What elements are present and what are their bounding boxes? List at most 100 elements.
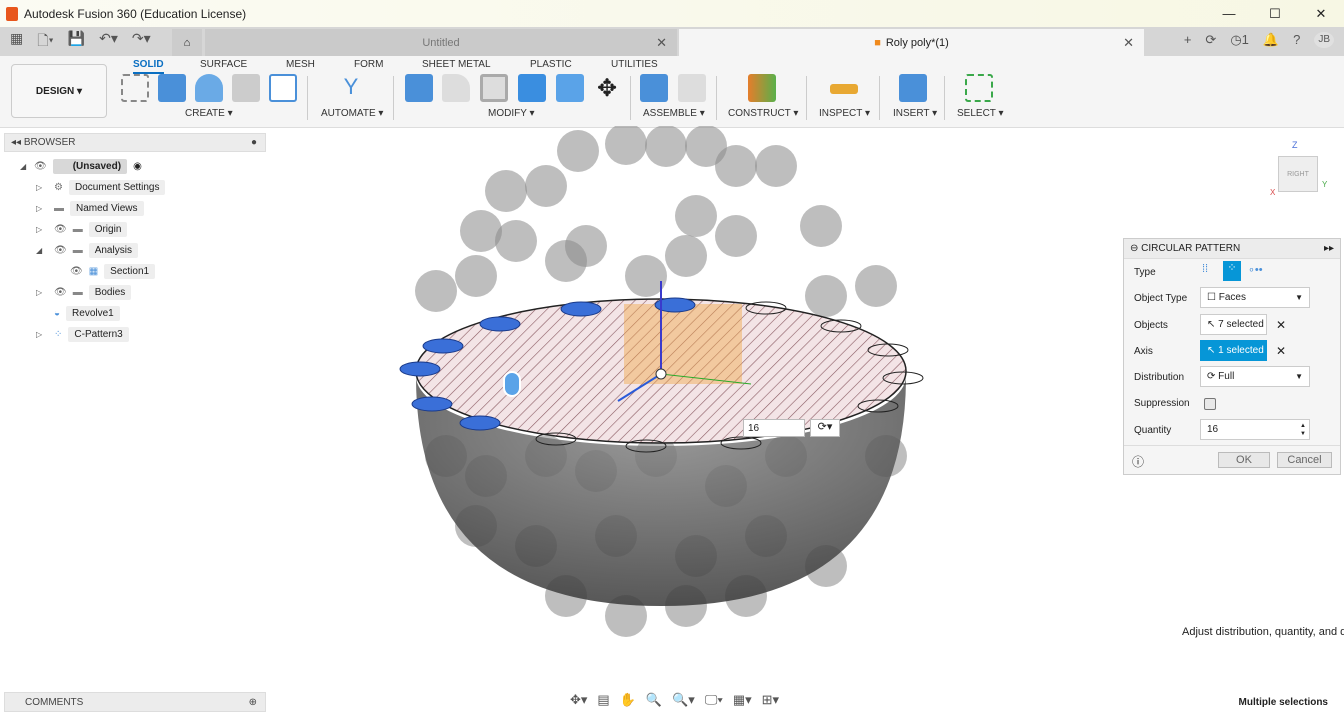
tab-utilities[interactable]: UTILITIES bbox=[611, 59, 658, 70]
minimize-icon[interactable]: ⊖ bbox=[1130, 243, 1141, 254]
home-button[interactable]: ⌂ bbox=[172, 29, 202, 56]
suppression-label: Suppression bbox=[1134, 398, 1190, 409]
split-body-icon[interactable] bbox=[556, 74, 584, 102]
select-window-icon[interactable] bbox=[965, 74, 993, 102]
objects-selector[interactable]: ↖ 7 selected bbox=[1200, 314, 1267, 335]
shell-icon[interactable] bbox=[480, 74, 508, 102]
press-pull-icon[interactable] bbox=[405, 74, 433, 102]
tab-plastic[interactable]: PLASTIC bbox=[530, 59, 572, 70]
object-type-dropdown[interactable]: ☐ Faces ▼ bbox=[1200, 287, 1310, 308]
minimize-button[interactable]: — bbox=[1206, 0, 1252, 27]
quantity-input[interactable]: 16 ▲ ▼ bbox=[1200, 419, 1310, 440]
tab-mesh[interactable]: MESH bbox=[286, 59, 315, 70]
eye-icon: 👁 bbox=[70, 266, 83, 277]
close-tab-icon[interactable]: ✕ bbox=[1123, 35, 1134, 51]
orbit-icon[interactable]: ✥▾ bbox=[570, 692, 587, 708]
move-icon[interactable]: ✥ bbox=[593, 74, 621, 102]
close-button[interactable]: ✕ bbox=[1298, 0, 1344, 27]
tree-item-root[interactable]: ◢ 👁 (Unsaved) ◉ bbox=[4, 156, 266, 177]
rectangular-pattern-icon[interactable]: ⁞⁞ bbox=[1202, 263, 1208, 275]
tab-solid[interactable]: SOLID bbox=[133, 59, 164, 74]
notifications-icon[interactable]: 🔔 bbox=[1263, 32, 1279, 48]
zoom-icon[interactable]: 🔍 bbox=[646, 692, 662, 708]
revolve-icon[interactable] bbox=[195, 74, 223, 102]
canvas-quantity-input[interactable]: 16 bbox=[743, 419, 805, 437]
viewports-icon[interactable]: ⊞▾ bbox=[762, 692, 779, 708]
display-settings-icon[interactable]: 🖵▾ bbox=[705, 692, 723, 708]
distribution-label: Distribution bbox=[1134, 372, 1185, 383]
measure-icon[interactable] bbox=[830, 84, 858, 94]
undo-icon[interactable]: ↶▾ bbox=[99, 30, 118, 54]
tree-item-bodies[interactable]: ▷ 👁 ▬ Bodies bbox=[4, 282, 266, 303]
tree-item-section1[interactable]: 👁 ▦ Section1 bbox=[4, 261, 266, 282]
cancel-button[interactable]: Cancel bbox=[1277, 452, 1332, 468]
tab-roly-poly[interactable]: ■ Roly poly*(1) ✕ bbox=[679, 29, 1144, 56]
avatar[interactable]: JB bbox=[1314, 32, 1334, 48]
direction-dropdown[interactable]: ⟳▾ bbox=[810, 419, 840, 437]
circular-pattern-icon[interactable]: ⁘ bbox=[1223, 261, 1241, 281]
pin-icon[interactable]: ● bbox=[251, 137, 257, 148]
extrude-icon[interactable] bbox=[158, 74, 186, 102]
expand-icon[interactable]: ▸▸ bbox=[1324, 243, 1334, 254]
apps-grid-icon[interactable]: ▦ bbox=[10, 30, 23, 54]
insert-image-icon[interactable] bbox=[899, 74, 927, 102]
view-cube-face[interactable]: RIGHT bbox=[1278, 156, 1318, 192]
zoom-window-icon[interactable]: 🔍▾ bbox=[672, 692, 695, 708]
clear-axis-icon[interactable]: ✕ bbox=[1276, 344, 1286, 358]
quantity-drag-handle[interactable] bbox=[503, 371, 521, 397]
automate-icon[interactable]: Y bbox=[337, 74, 365, 102]
tab-form[interactable]: FORM bbox=[354, 59, 383, 70]
save-icon[interactable]: 💾 bbox=[68, 30, 85, 54]
tab-untitled[interactable]: Untitled ✕ bbox=[205, 29, 677, 56]
construct-menu[interactable]: CONSTRUCT ▾ bbox=[728, 108, 798, 119]
view-cube[interactable]: Z RIGHT X Y bbox=[1270, 140, 1327, 197]
tree-item-analysis[interactable]: ◢ 👁 ▬ Analysis bbox=[4, 240, 266, 261]
redo-icon[interactable]: ↷▾ bbox=[132, 30, 151, 54]
ok-button[interactable]: OK bbox=[1218, 452, 1270, 468]
workspace-dropdown[interactable]: DESIGN ▾ bbox=[11, 64, 107, 118]
inspect-menu[interactable]: INSPECT ▾ bbox=[819, 108, 870, 119]
suppression-checkbox[interactable] bbox=[1204, 398, 1216, 410]
tree-label: Bodies bbox=[88, 285, 132, 300]
grid-settings-icon[interactable]: ▦▾ bbox=[733, 692, 752, 708]
pan-icon[interactable]: ✋ bbox=[620, 692, 636, 708]
tree-item-c-pattern3[interactable]: ▷ ⁘ C-Pattern3 bbox=[4, 324, 266, 345]
collapse-icon[interactable]: ◂◂ bbox=[11, 137, 24, 148]
offset-plane-icon[interactable] bbox=[748, 74, 776, 102]
automate-menu[interactable]: AUTOMATE ▾ bbox=[321, 108, 383, 119]
hole-icon[interactable] bbox=[232, 74, 260, 102]
tree-item-origin[interactable]: ▷ 👁 ▬ Origin bbox=[4, 219, 266, 240]
tree-item-document-settings[interactable]: ▷ ⚙ Document Settings bbox=[4, 177, 266, 198]
assemble-menu[interactable]: ASSEMBLE ▾ bbox=[643, 108, 705, 119]
pattern-icon[interactable] bbox=[269, 74, 297, 102]
new-tab-icon[interactable]: + bbox=[1184, 32, 1192, 48]
tab-sheet-metal[interactable]: SHEET METAL bbox=[422, 59, 491, 70]
clear-objects-icon[interactable]: ✕ bbox=[1276, 318, 1286, 332]
sync-icon[interactable]: ⟳ bbox=[1205, 32, 1216, 48]
comments-panel[interactable]: COMMENTS ⊕ bbox=[4, 692, 266, 712]
joint-icon[interactable] bbox=[678, 74, 706, 102]
help-icon[interactable]: ? bbox=[1293, 32, 1300, 48]
info-icon[interactable]: ⓘ bbox=[1132, 453, 1144, 470]
new-component-icon[interactable] bbox=[640, 74, 668, 102]
file-menu-icon[interactable]: 🗋▾ bbox=[37, 30, 53, 54]
path-pattern-icon[interactable]: ∘•• bbox=[1248, 263, 1263, 276]
add-comment-icon[interactable]: ⊕ bbox=[249, 697, 257, 708]
axis-selector[interactable]: ↖ 1 selected bbox=[1200, 340, 1267, 361]
quantity-stepper[interactable]: ▲ ▼ bbox=[1300, 422, 1306, 438]
look-at-icon[interactable]: ▤ bbox=[597, 692, 609, 708]
create-sketch-icon[interactable] bbox=[121, 74, 149, 102]
close-tab-icon[interactable]: ✕ bbox=[656, 35, 667, 51]
tree-item-named-views[interactable]: ▷ ▬ Named Views bbox=[4, 198, 266, 219]
fillet-icon[interactable] bbox=[442, 74, 470, 102]
job-status-icon[interactable]: ◷1 bbox=[1230, 32, 1249, 48]
distribution-dropdown[interactable]: ⟳ Full ▼ bbox=[1200, 366, 1310, 387]
maximize-button[interactable]: ☐ bbox=[1252, 0, 1298, 27]
combine-icon[interactable] bbox=[518, 74, 546, 102]
insert-menu[interactable]: INSERT ▾ bbox=[893, 108, 937, 119]
tree-item-revolve1[interactable]: ◒ Revolve1 bbox=[4, 303, 266, 324]
modify-menu[interactable]: MODIFY ▾ bbox=[488, 108, 535, 119]
select-menu[interactable]: SELECT ▾ bbox=[957, 108, 1004, 119]
tab-surface[interactable]: SURFACE bbox=[200, 59, 247, 70]
create-menu[interactable]: CREATE ▾ bbox=[185, 108, 233, 119]
